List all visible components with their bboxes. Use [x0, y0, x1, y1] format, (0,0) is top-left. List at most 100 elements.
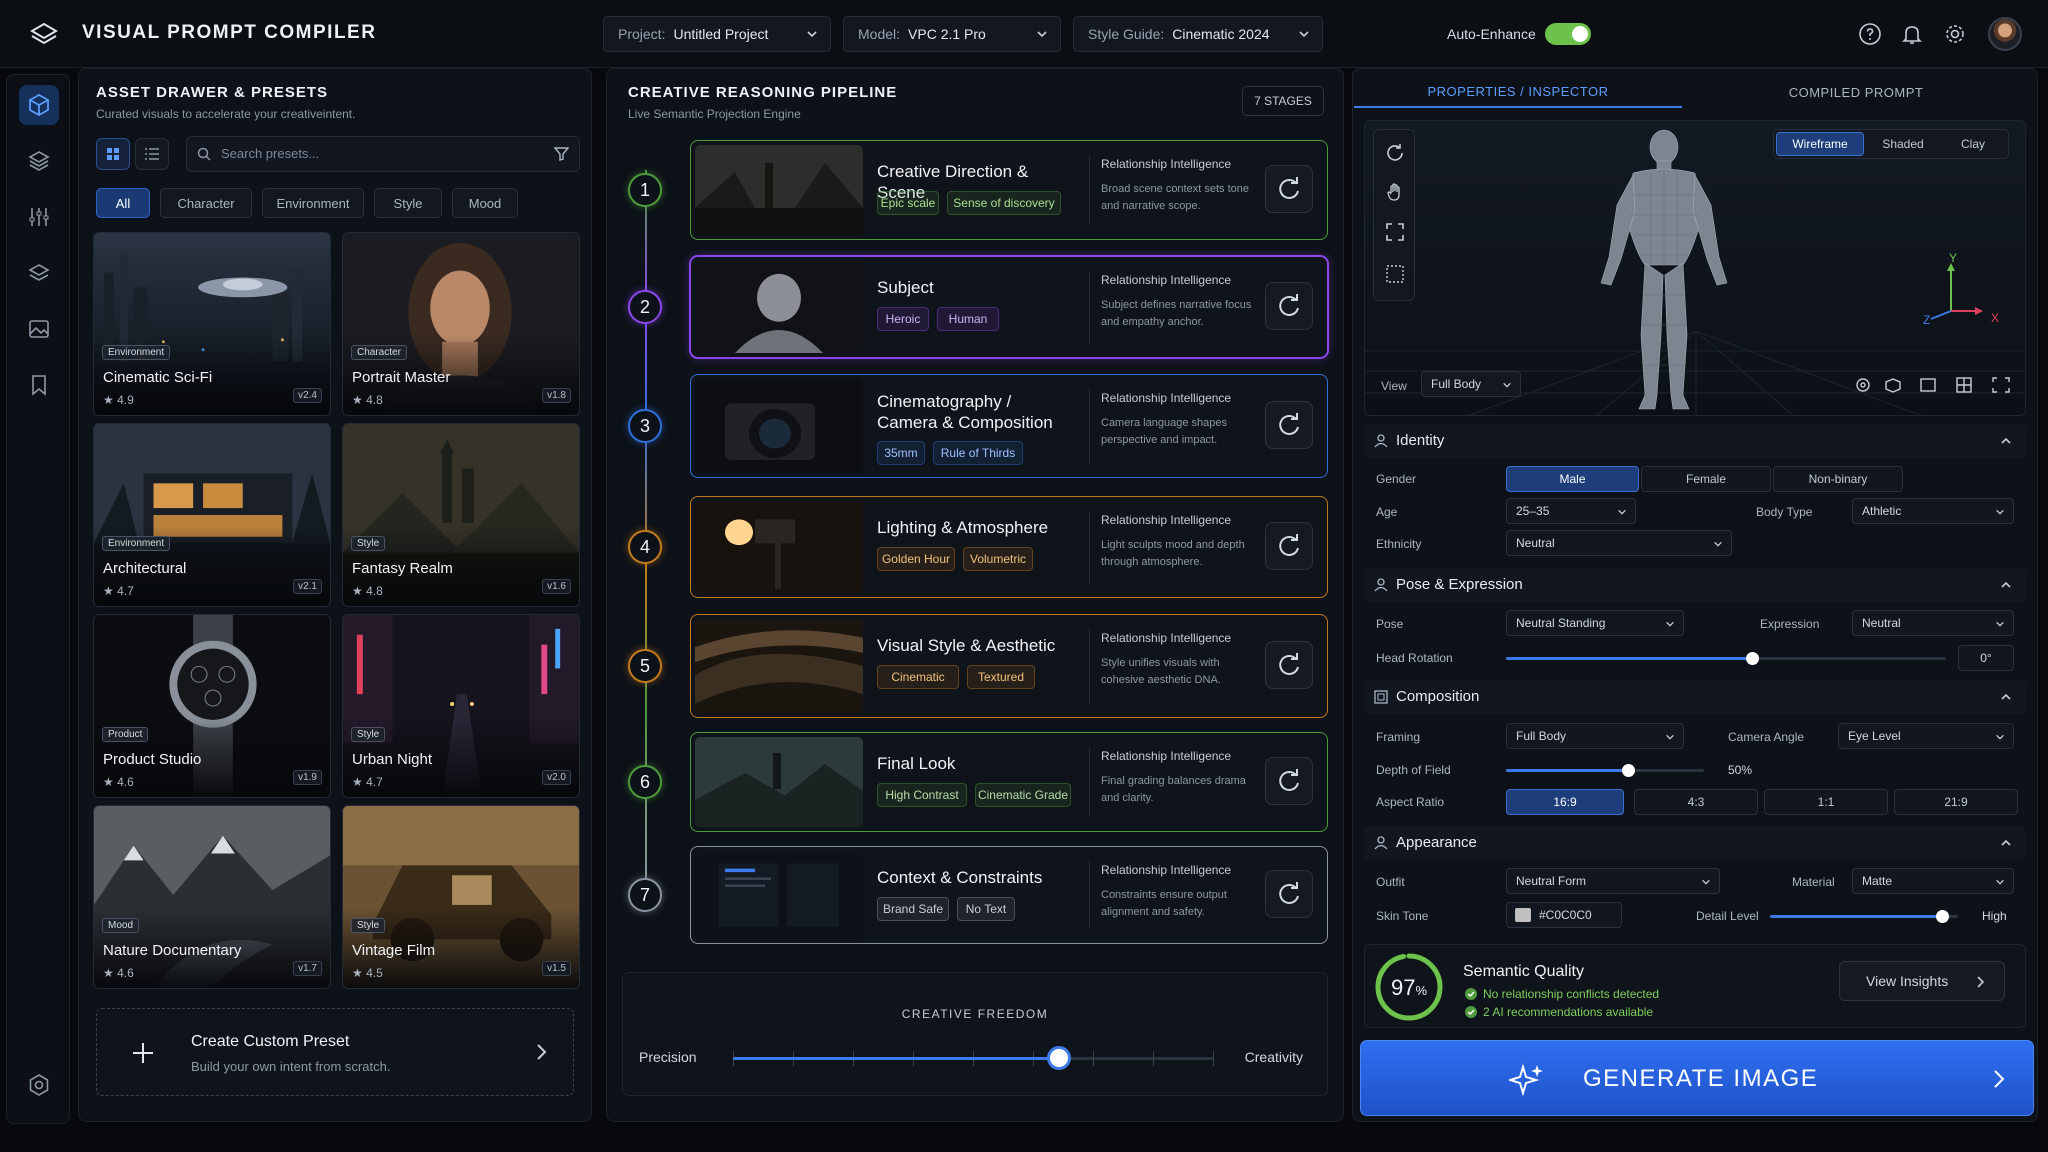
- head-rotation-knob[interactable]: [1745, 652, 1759, 665]
- create-custom-preset-button[interactable]: Create Custom Preset Build your own inte…: [96, 1008, 574, 1096]
- hand-icon[interactable]: [1385, 182, 1405, 202]
- creative-freedom-slider[interactable]: [733, 1049, 1214, 1067]
- gender-female[interactable]: Female: [1641, 466, 1771, 492]
- age-dropdown[interactable]: 25–35: [1506, 498, 1636, 524]
- pose-dropdown[interactable]: Neutral Standing: [1506, 610, 1684, 636]
- refresh-button[interactable]: [1265, 165, 1313, 213]
- pipeline-stage[interactable]: Visual Style & Aesthetic Cinematic Textur…: [690, 614, 1328, 718]
- nav-bookmark[interactable]: [19, 365, 59, 405]
- stage-pill: No Text: [957, 897, 1015, 921]
- expression-label: Expression: [1760, 617, 1820, 631]
- preset-card[interactable]: Mood Nature Documentary ★ 4.6 v1.7: [93, 805, 331, 989]
- view-dropdown[interactable]: Full Body: [1421, 371, 1521, 397]
- section-appearance[interactable]: Appearance: [1364, 826, 2026, 860]
- skin-tone-field[interactable]: #C0C0C0: [1506, 902, 1622, 928]
- stage-title: Context & Constraints: [877, 868, 1043, 887]
- stage-description: Subject defines narrative focus and empa…: [1101, 299, 1252, 328]
- filter-chip-environment[interactable]: Environment: [262, 188, 364, 218]
- preset-card[interactable]: Product Product Studio ★ 4.6 v1.9: [93, 614, 331, 798]
- material-dropdown[interactable]: Matte: [1852, 868, 2014, 894]
- refresh-button[interactable]: [1265, 757, 1313, 805]
- filter-chip-mood[interactable]: Mood: [452, 188, 518, 218]
- aspect-16-9[interactable]: 16:9: [1506, 789, 1624, 815]
- pipeline-stage[interactable]: Creative Direction & Scene Epic scale Sen…: [690, 140, 1328, 240]
- section-composition[interactable]: Composition: [1364, 680, 2026, 714]
- freedom-title: CREATIVE FREEDOM: [901, 1007, 1049, 1021]
- camera-angle-dropdown[interactable]: Eye Level: [1838, 723, 2014, 749]
- bell-icon[interactable]: [1900, 22, 1924, 46]
- generate-image-button[interactable]: GENERATE IMAGE: [1360, 1040, 2034, 1116]
- stage-pill: Epic scale: [877, 191, 939, 215]
- nav-settings[interactable]: [19, 1065, 59, 1105]
- aspect-1-1[interactable]: 1:1: [1764, 789, 1888, 815]
- pipeline-stage[interactable]: Lighting & Atmosphere Golden Hour Volumet…: [690, 496, 1328, 598]
- outfit-dropdown[interactable]: Neutral Form: [1506, 868, 1720, 894]
- filter-icon[interactable]: [554, 147, 569, 161]
- filter-chip-style[interactable]: Style: [374, 188, 442, 218]
- mode-clay[interactable]: Clay: [1940, 132, 2006, 156]
- preset-card[interactable]: Environment Cinematic Sci-Fi ★ 4.9 v2.4: [93, 232, 331, 416]
- 3d-viewport[interactable]: Wireframe Shaded Clay Y X Z View Full Bo…: [1364, 120, 2026, 416]
- nav-layers[interactable]: [19, 141, 59, 181]
- viewport-actions[interactable]: [1853, 375, 2013, 395]
- preset-card[interactable]: Style Urban Night ★ 4.7 v2.0: [342, 614, 580, 798]
- grid-view-button[interactable]: [96, 138, 130, 170]
- preset-card[interactable]: Character Portrait Master ★ 4.8 v1.8: [342, 232, 580, 416]
- fit-screen-icon[interactable]: [1385, 222, 1405, 242]
- tab-compiled-prompt[interactable]: COMPILED PROMPT: [1686, 76, 2026, 108]
- select-box-icon[interactable]: [1385, 264, 1405, 284]
- section-pose[interactable]: Pose & Expression: [1364, 568, 2026, 602]
- head-rotation-value[interactable]: 0°: [1958, 645, 2014, 671]
- mode-wireframe[interactable]: Wireframe: [1776, 132, 1864, 156]
- preset-card[interactable]: Style Fantasy Realm ★ 4.8 v1.6: [342, 423, 580, 607]
- chevron-right-icon: [537, 1044, 547, 1060]
- card-tag: Product: [102, 727, 149, 742]
- pipeline-stage[interactable]: Subject Heroic Human Relationship Intelli…: [690, 256, 1328, 358]
- refresh-button[interactable]: [1265, 401, 1313, 449]
- aspect-4-3[interactable]: 4:3: [1634, 789, 1758, 815]
- avatar[interactable]: [1988, 17, 2022, 51]
- aspect-21-9[interactable]: 21:9: [1894, 789, 2018, 815]
- tab-properties[interactable]: PROPERTIES / INSPECTOR: [1354, 76, 1682, 108]
- refresh-button[interactable]: [1265, 522, 1313, 570]
- preset-card[interactable]: Environment Architectural ★ 4.7 v2.1: [93, 423, 331, 607]
- nav-cube[interactable]: [19, 85, 59, 125]
- style-guide-dropdown[interactable]: Style Guide: Cinematic 2024: [1073, 16, 1323, 52]
- preset-card[interactable]: Style Vintage Film ★ 4.5 v1.5: [342, 805, 580, 989]
- freedom-knob[interactable]: [1050, 1049, 1069, 1067]
- detail-level-slider[interactable]: [1770, 910, 1958, 923]
- gear-icon[interactable]: [1943, 22, 1967, 46]
- nav-stack[interactable]: [19, 253, 59, 293]
- expression-dropdown[interactable]: Neutral: [1852, 610, 2014, 636]
- list-view-button[interactable]: [135, 138, 169, 170]
- project-dropdown[interactable]: Project: Untitled Project: [603, 16, 831, 52]
- refresh-button[interactable]: [1265, 870, 1313, 918]
- skin-tone-label: Skin Tone: [1376, 909, 1429, 923]
- gender-male[interactable]: Male: [1506, 466, 1639, 492]
- depth-of-field-slider[interactable]: [1506, 764, 1704, 777]
- search-input[interactable]: Search presets...: [186, 136, 580, 172]
- framing-dropdown[interactable]: Full Body: [1506, 723, 1684, 749]
- pipeline-stage[interactable]: Final Look High Contrast Cinematic Grade …: [690, 732, 1328, 832]
- filter-chip-character[interactable]: Character: [160, 188, 252, 218]
- section-identity[interactable]: Identity: [1364, 424, 2026, 458]
- pipeline-stage[interactable]: Context & Constraints Brand Safe No Text …: [690, 846, 1328, 944]
- pipeline-stage[interactable]: Cinematography / Camera & Composition 35…: [690, 374, 1328, 478]
- view-insights-button[interactable]: View Insights: [1839, 961, 2005, 1001]
- refresh-button[interactable]: [1265, 641, 1313, 689]
- body-type-dropdown[interactable]: Athletic: [1852, 498, 2014, 524]
- help-icon[interactable]: [1858, 22, 1882, 46]
- nav-image[interactable]: [19, 309, 59, 349]
- gender-nonbinary[interactable]: Non-binary: [1773, 466, 1903, 492]
- card-tag: Style: [351, 918, 386, 933]
- head-rotation-slider[interactable]: [1506, 652, 1946, 665]
- depth-of-field-label: Depth of Field: [1376, 763, 1451, 777]
- rotate-icon[interactable]: [1385, 142, 1405, 162]
- ethnicity-dropdown[interactable]: Neutral: [1506, 530, 1732, 556]
- model-dropdown[interactable]: Model: VPC 2.1 Pro: [843, 16, 1061, 52]
- filter-chip-all[interactable]: All: [96, 188, 150, 218]
- nav-sliders[interactable]: [19, 197, 59, 237]
- auto-enhance-toggle[interactable]: [1545, 23, 1591, 45]
- refresh-button[interactable]: [1265, 282, 1313, 330]
- mode-shaded[interactable]: Shaded: [1870, 132, 1936, 156]
